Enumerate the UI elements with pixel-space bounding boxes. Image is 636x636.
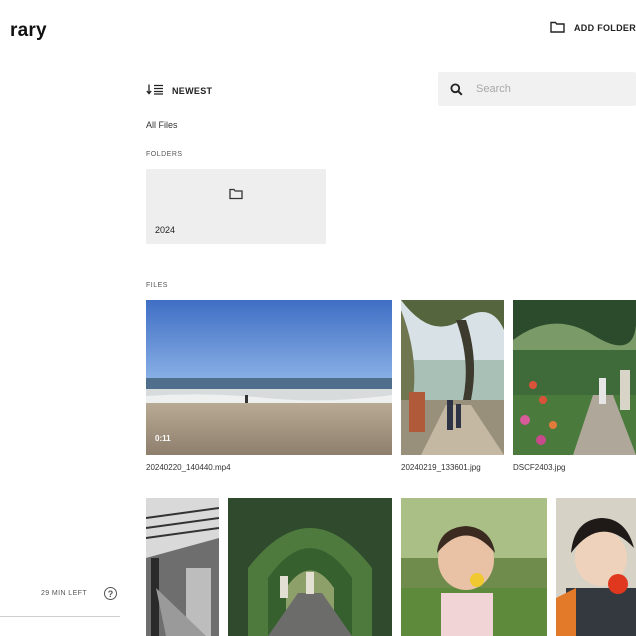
file-name: 20240220_140440.mp4: [146, 463, 231, 472]
file-name: 20240219_133601.jpg: [401, 463, 481, 472]
page-title: rary: [10, 20, 47, 41]
file-thumbnail-image[interactable]: [513, 300, 636, 455]
sidebar-divider: [0, 616, 120, 617]
file-thumbnail-image[interactable]: [401, 498, 547, 636]
folder-icon: [550, 21, 565, 35]
file-thumbnail-image[interactable]: [228, 498, 392, 636]
folder-icon: [229, 187, 243, 205]
folders-section-label: FOLDERS: [146, 151, 183, 158]
file-thumbnail-video[interactable]: [146, 300, 392, 455]
search-box[interactable]: [438, 72, 636, 106]
folder-name: 2024: [155, 225, 176, 235]
storage-remaining: 29 MIN LEFT: [41, 590, 88, 597]
folder-card[interactable]: 2024: [146, 169, 326, 244]
file-thumbnail-image[interactable]: [146, 498, 219, 636]
add-folder-button[interactable]: ADD FOLDER: [550, 21, 636, 35]
file-thumbnail-image[interactable]: [401, 300, 504, 455]
files-section-label: FILES: [146, 282, 168, 289]
sort-icon: [146, 84, 164, 97]
search-input[interactable]: [474, 82, 628, 96]
help-icon[interactable]: ?: [104, 587, 117, 600]
breadcrumb: All Files: [146, 120, 178, 130]
sort-button[interactable]: NEWEST: [146, 84, 212, 97]
file-name: DSCF2403.jpg: [513, 463, 566, 472]
sort-label: NEWEST: [172, 85, 213, 96]
add-folder-label: ADD FOLDER: [574, 23, 636, 33]
video-duration: 0:11: [155, 434, 171, 443]
search-icon: [450, 83, 463, 96]
file-thumbnail-image[interactable]: [556, 498, 636, 636]
